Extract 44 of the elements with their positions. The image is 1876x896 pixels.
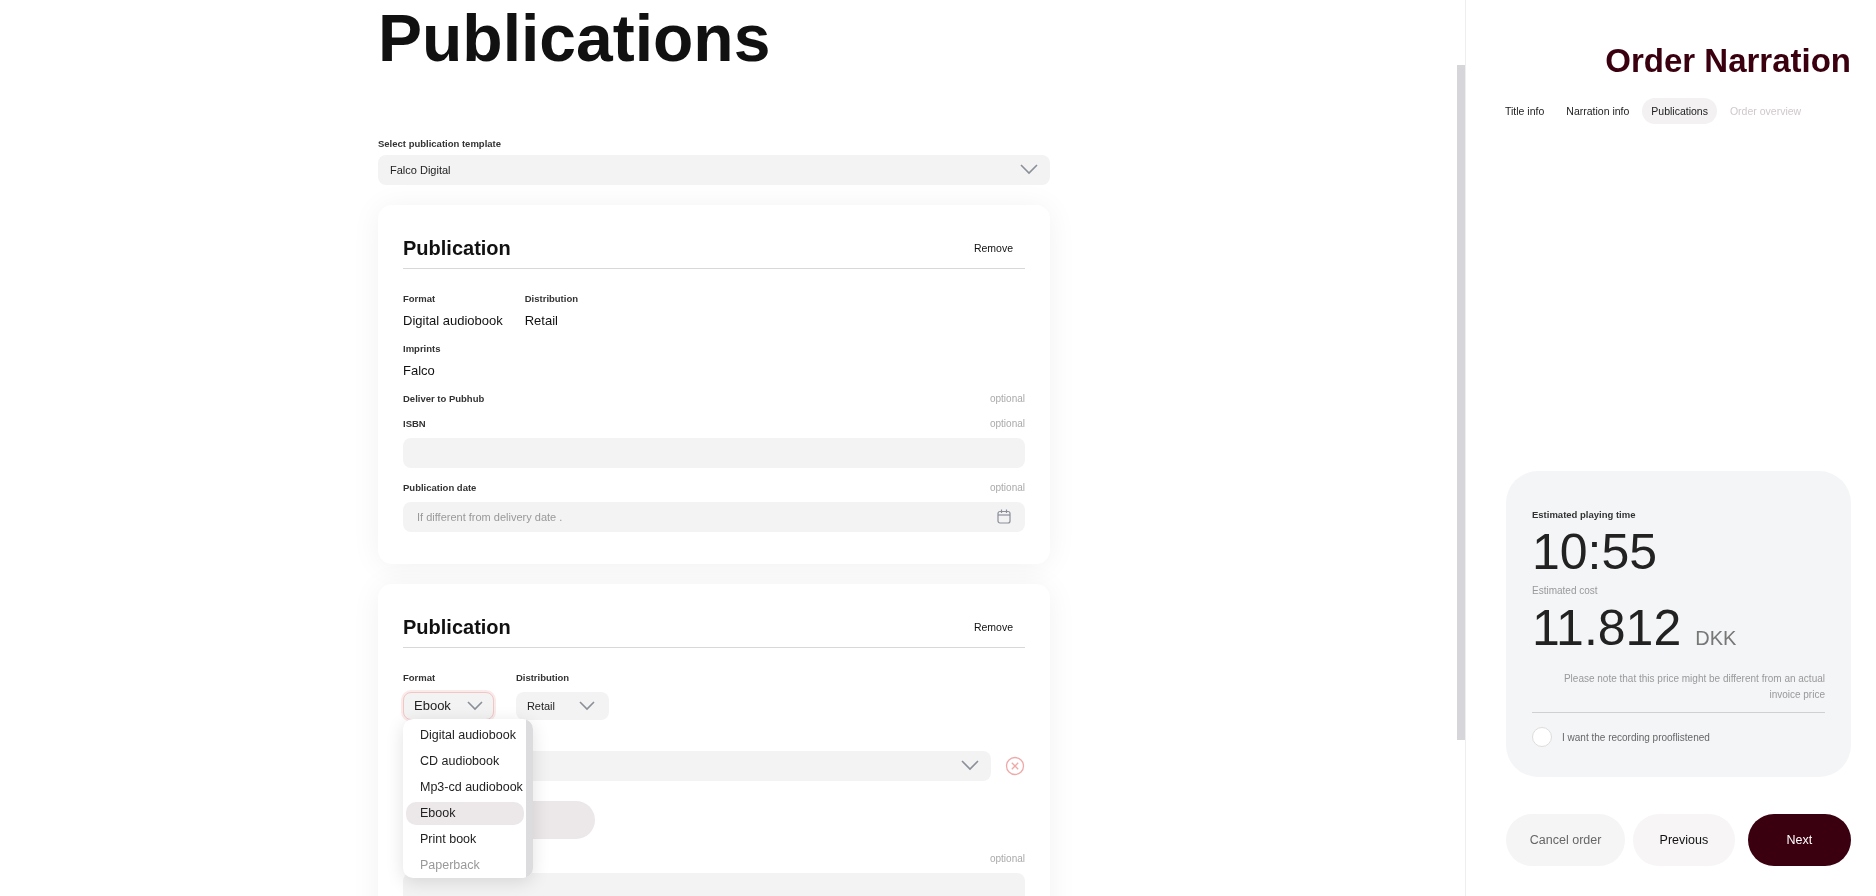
field-label: Format [403, 671, 437, 683]
field-label: Distribution [515, 671, 571, 683]
menu-option[interactable]: Print book [406, 827, 524, 851]
optional-note: optional [989, 852, 1025, 864]
previous-button[interactable]: Previous [1633, 814, 1735, 866]
checkbox-label: I want the recording prooflistened [1562, 731, 1710, 743]
template-select[interactable]: Falco Digital [378, 154, 1050, 185]
field-value: Digital audiobook [403, 312, 503, 328]
distribution-select[interactable]: Retail [515, 691, 609, 720]
optional-note: optional [989, 392, 1025, 404]
cancel-button[interactable]: Cancel order [1506, 814, 1626, 866]
playing-time: 10:55 [1532, 523, 1659, 582]
next-button[interactable]: Next [1747, 814, 1851, 866]
card-title: Publication [403, 615, 511, 639]
optional-note: optional [989, 481, 1025, 493]
price-note: Please note that this price might be different from an actual invoice price [1562, 672, 1825, 702]
menu-option[interactable]: Mp3-cd audiobook [406, 775, 524, 799]
estimate-label: Estimated playing time [1532, 509, 1637, 520]
card-title: Publication [403, 236, 511, 260]
field-label: Format [403, 292, 437, 304]
remove-button[interactable]: Remove [973, 621, 1025, 634]
step-tab[interactable]: Title info [1496, 98, 1554, 124]
field-label: Imprints [403, 342, 442, 354]
field-label: Deliver to Pubhub [403, 392, 485, 404]
date-field[interactable]: If different from delivery date . [403, 501, 1025, 532]
field-value: Retail [524, 312, 559, 328]
menu-option[interactable]: Digital audiobook [406, 723, 524, 747]
page-title: Order Narration [1604, 42, 1851, 80]
remove-button[interactable]: Remove [973, 242, 1025, 255]
field-label: Publication date [403, 481, 477, 493]
step-tab[interactable]: Narration info [1557, 98, 1639, 124]
field-label: ISBN [403, 417, 426, 429]
field-label: Select publication template [378, 137, 502, 149]
currency: DKK [1695, 627, 1737, 650]
optional-note: optional [989, 417, 1025, 429]
page-title: Publications [378, 2, 772, 75]
field-label: Distribution [524, 292, 579, 304]
menu-option[interactable]: Ebook [406, 801, 524, 825]
field-value: Falco [403, 362, 436, 378]
menu-option[interactable]: CD audiobook [406, 749, 524, 773]
estimate-label: Estimated cost [1532, 585, 1599, 596]
format-select[interactable]: Ebook [403, 691, 494, 720]
step-tab[interactable]: Publications [1642, 98, 1717, 124]
cost-value: 11.812 [1532, 599, 1682, 658]
